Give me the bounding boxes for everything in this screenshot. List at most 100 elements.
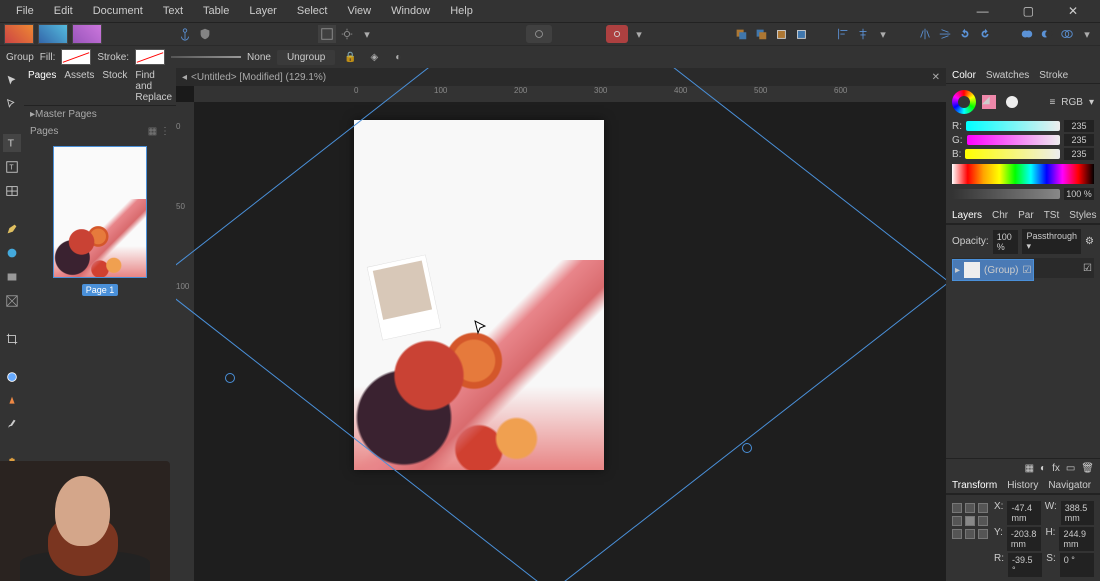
layer-adjust-icon[interactable]: ◐: [1040, 463, 1046, 474]
layer-delete-icon[interactable]: 🗑: [1081, 463, 1094, 474]
menu-table[interactable]: Table: [193, 5, 239, 17]
layer-fx-icon[interactable]: fx: [1052, 463, 1060, 474]
menu-select[interactable]: Select: [287, 5, 338, 17]
chevron-down-icon[interactable]: ▾: [1078, 25, 1096, 43]
shield-icon[interactable]: [196, 25, 214, 43]
stroke-width-slider[interactable]: [171, 56, 241, 58]
r-value[interactable]: 235: [1064, 120, 1094, 132]
tab-tst[interactable]: TSt: [1044, 210, 1060, 221]
menu-window[interactable]: Window: [381, 5, 440, 17]
move-tool[interactable]: [3, 72, 21, 90]
persona-photo[interactable]: [72, 24, 102, 44]
b-slider[interactable]: [965, 149, 1060, 159]
menu-text[interactable]: Text: [153, 5, 193, 17]
tab-chr[interactable]: Chr: [992, 210, 1008, 221]
preview-icon[interactable]: [526, 25, 552, 43]
tab-styles[interactable]: Styles: [1069, 210, 1096, 221]
align-center-icon[interactable]: [854, 25, 872, 43]
stroke-swatch[interactable]: [135, 49, 165, 65]
color-mode[interactable]: RGB: [1061, 97, 1083, 108]
menu-help[interactable]: Help: [440, 5, 483, 17]
tab-par[interactable]: Par: [1018, 210, 1034, 221]
transparency-tool[interactable]: [3, 392, 21, 410]
flip-v-icon[interactable]: [936, 25, 954, 43]
pages-header[interactable]: Pages▦ ⋮: [24, 123, 176, 140]
pen-tool[interactable]: [3, 220, 21, 238]
node-tool[interactable]: [3, 96, 21, 114]
flip-h-icon[interactable]: [916, 25, 934, 43]
selection-box[interactable]: [176, 68, 946, 581]
hide-icon[interactable]: ◈: [365, 48, 383, 66]
chevron-down-icon[interactable]: ▾: [358, 25, 376, 43]
crop-tool[interactable]: [3, 330, 21, 348]
menu-document[interactable]: Document: [83, 5, 153, 17]
arrange-front-icon[interactable]: [792, 25, 810, 43]
layer-mask-icon[interactable]: ▦: [1025, 463, 1034, 474]
b-value[interactable]: 235: [1064, 148, 1094, 160]
canvas[interactable]: [194, 102, 946, 581]
anchor-widget[interactable]: [952, 503, 988, 539]
s-input[interactable]: 0 °: [1060, 553, 1094, 577]
boolean-add-icon[interactable]: [1018, 25, 1036, 43]
fill-tool[interactable]: [3, 368, 21, 386]
vector-brush-tool[interactable]: [3, 416, 21, 434]
align-left-icon[interactable]: [834, 25, 852, 43]
minimize-icon[interactable]: —: [967, 4, 999, 18]
tab-pages[interactable]: Pages: [28, 70, 56, 103]
selection-handle[interactable]: [742, 443, 752, 453]
ungroup-button[interactable]: Ungroup: [277, 50, 335, 65]
link-icon[interactable]: [606, 25, 628, 43]
settings-icon[interactable]: [338, 25, 356, 43]
gear-icon[interactable]: ⚙: [1085, 236, 1094, 247]
y-input[interactable]: -203.8 mm: [1007, 527, 1042, 551]
rotate-cw-icon[interactable]: [976, 25, 994, 43]
opacity-slider[interactable]: [952, 189, 1060, 199]
menu-file[interactable]: File: [6, 5, 44, 17]
tab-stroke[interactable]: Stroke: [1039, 70, 1068, 81]
eyedropper-icon[interactable]: ◢: [982, 95, 996, 109]
opacity-value[interactable]: 100 %: [1064, 188, 1094, 200]
visibility-checkbox[interactable]: ☑: [1022, 265, 1031, 276]
maximize-icon[interactable]: ▢: [1013, 4, 1044, 18]
table-tool[interactable]: [3, 182, 21, 200]
menu-edit[interactable]: Edit: [44, 5, 83, 17]
tab-color[interactable]: Color: [952, 70, 976, 81]
tab-assets[interactable]: Assets: [64, 70, 94, 103]
tab-navigator[interactable]: Navigator: [1048, 480, 1091, 491]
fx-icon[interactable]: ◐: [389, 48, 407, 66]
layer-add-icon[interactable]: ▭: [1066, 463, 1075, 474]
tab-layers[interactable]: Layers: [952, 210, 982, 221]
chevron-down-icon[interactable]: ▾: [630, 25, 648, 43]
rotate-ccw-icon[interactable]: [956, 25, 974, 43]
text-tool[interactable]: T: [3, 134, 21, 152]
tab-find[interactable]: Find and Replace: [135, 70, 172, 103]
boolean-subtract-icon[interactable]: [1038, 25, 1056, 43]
blend-mode[interactable]: Passthrough ▾: [1022, 229, 1081, 254]
expand-icon[interactable]: ▸: [955, 265, 960, 276]
g-slider[interactable]: [967, 135, 1060, 145]
persona-publisher[interactable]: [4, 24, 34, 44]
shape-tool[interactable]: [3, 244, 21, 262]
w-input[interactable]: 388.5 mm: [1061, 501, 1094, 525]
menu-view[interactable]: View: [337, 5, 381, 17]
r-input[interactable]: -39.5 °: [1008, 553, 1042, 577]
frame-text-tool[interactable]: T: [3, 158, 21, 176]
color-circle-icon[interactable]: [1006, 96, 1018, 108]
arrange-backward-icon[interactable]: [752, 25, 770, 43]
selection-handle[interactable]: [225, 373, 235, 383]
h-input[interactable]: 244.9 mm: [1059, 527, 1094, 551]
boolean-intersect-icon[interactable]: [1058, 25, 1076, 43]
close-icon[interactable]: ✕: [1058, 4, 1088, 18]
tab-transform[interactable]: Transform: [952, 480, 997, 491]
arrange-back-icon[interactable]: [732, 25, 750, 43]
rectangle-tool[interactable]: [3, 268, 21, 286]
arrange-forward-icon[interactable]: [772, 25, 790, 43]
x-input[interactable]: -47.4 mm: [1007, 501, 1040, 525]
spectrum-picker[interactable]: [952, 164, 1094, 184]
tab-stock[interactable]: Stock: [102, 70, 127, 103]
master-pages-header[interactable]: ▸ Master Pages: [24, 106, 176, 123]
lock-icon[interactable]: 🔒: [341, 48, 359, 66]
menu-layer[interactable]: Layer: [239, 5, 287, 17]
r-slider[interactable]: [966, 121, 1060, 131]
layer-row[interactable]: ▸ (Group) ☑: [952, 259, 1034, 281]
